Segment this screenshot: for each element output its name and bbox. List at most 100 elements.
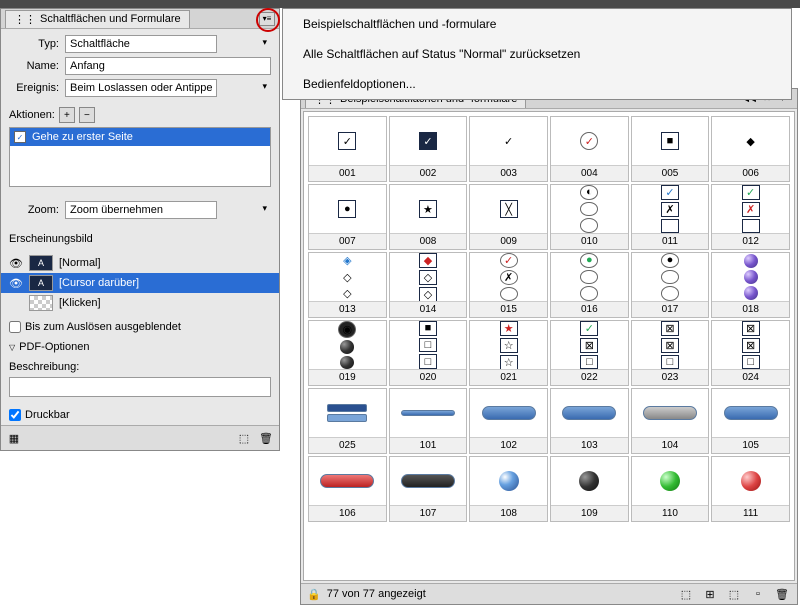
- sample-preview: ◈◇◇: [309, 253, 386, 301]
- sample-label: 102: [470, 437, 547, 453]
- sample-preview: ✓✗: [712, 185, 789, 233]
- sample-item-018[interactable]: 018: [711, 252, 790, 318]
- buttons-forms-panel: ⋮⋮ Schaltflächen und Formulare ▾≡ Typ: N…: [0, 8, 280, 451]
- sample-label: 007: [309, 233, 386, 249]
- name-input[interactable]: [65, 57, 271, 75]
- sample-preview: ★☆☆: [470, 321, 547, 369]
- pdf-options-toggle[interactable]: ▽ PDF-Optionen: [1, 337, 279, 357]
- pdf-options-label: PDF-Optionen: [19, 341, 89, 353]
- sample-item-010[interactable]: ◐010: [550, 184, 629, 250]
- convert-icon[interactable]: ⬚: [235, 430, 253, 446]
- sample-preview: ●: [551, 253, 628, 301]
- sample-preview: [632, 457, 709, 505]
- description-input[interactable]: [9, 377, 271, 397]
- sample-label: 024: [712, 369, 789, 385]
- delete-icon[interactable]: 🗑: [257, 430, 275, 446]
- panel-menu-button[interactable]: ▾≡: [259, 12, 275, 26]
- sample-label: 006: [712, 165, 789, 181]
- sample-item-101[interactable]: 101: [389, 388, 468, 454]
- sample-label: 108: [470, 505, 547, 521]
- action-checkbox[interactable]: ✓: [14, 131, 26, 143]
- preview-icon[interactable]: ▦: [5, 430, 23, 446]
- sample-preview: [712, 389, 789, 437]
- sample-item-012[interactable]: ✓✗012: [711, 184, 790, 250]
- sample-item-017[interactable]: ●017: [631, 252, 710, 318]
- sample-item-025[interactable]: 025: [308, 388, 387, 454]
- actions-list[interactable]: ✓ Gehe zu erster Seite: [9, 127, 271, 187]
- sample-item-002[interactable]: ✓002: [389, 116, 468, 182]
- sample-item-105[interactable]: 105: [711, 388, 790, 454]
- sample-item-110[interactable]: 110: [631, 456, 710, 522]
- sample-preview: ★: [390, 185, 467, 233]
- add-action-button[interactable]: +: [59, 107, 75, 123]
- sample-preview: ◉: [309, 321, 386, 369]
- sample-item-005[interactable]: ■005: [631, 116, 710, 182]
- sample-item-019[interactable]: ◉019: [308, 320, 387, 386]
- menu-sample-buttons[interactable]: Beispielschaltflächen und -formulare: [283, 9, 791, 39]
- status-text: 77 von 77 angezeigt: [327, 588, 426, 600]
- sample-preview: ✓: [390, 117, 467, 165]
- sample-preview: ◐: [551, 185, 628, 233]
- name-label: Name:: [9, 60, 59, 72]
- sample-preview: [309, 389, 386, 437]
- sample-item-008[interactable]: ★008: [389, 184, 468, 250]
- highlight-circle: [256, 8, 280, 32]
- sample-preview: ✓: [309, 117, 386, 165]
- sample-label: 009: [470, 233, 547, 249]
- state-click[interactable]: [Klicken]: [1, 293, 279, 313]
- sample-item-015[interactable]: ✓✗015: [469, 252, 548, 318]
- sample-item-011[interactable]: ✓✗011: [631, 184, 710, 250]
- sample-item-016[interactable]: ●016: [550, 252, 629, 318]
- sample-item-001[interactable]: ✓001: [308, 116, 387, 182]
- sample-preview: ■□□: [390, 321, 467, 369]
- menu-panel-options[interactable]: Bedienfeldoptionen...: [283, 69, 791, 99]
- sample-preview: ✓✗: [632, 185, 709, 233]
- sample-preview: [470, 389, 547, 437]
- sample-item-003[interactable]: ✓003: [469, 116, 548, 182]
- sample-item-020[interactable]: ■□□020: [389, 320, 468, 386]
- sample-item-107[interactable]: 107: [389, 456, 468, 522]
- sample-item-108[interactable]: 108: [469, 456, 548, 522]
- state-hover[interactable]: 👁 A [Cursor darüber]: [1, 273, 279, 293]
- sample-item-111[interactable]: 111: [711, 456, 790, 522]
- remove-action-button[interactable]: −: [79, 107, 95, 123]
- hidden-until-trigger-label: Bis zum Auslösen ausgeblendet: [25, 321, 181, 333]
- sample-item-109[interactable]: 109: [550, 456, 629, 522]
- sample-label: 008: [390, 233, 467, 249]
- sample-item-023[interactable]: ⊠⊠□023: [631, 320, 710, 386]
- sample-item-013[interactable]: ◈◇◇013: [308, 252, 387, 318]
- sample-preview: ✓✗: [470, 253, 547, 301]
- sample-preview: ╳: [470, 185, 547, 233]
- sample-item-009[interactable]: ╳009: [469, 184, 548, 250]
- sample-label: 013: [309, 301, 386, 317]
- sample-buttons-panel: ⋮⋮ Beispielschaltflächen und -formulare …: [300, 88, 798, 605]
- zoom-select[interactable]: [65, 201, 217, 219]
- sample-label: 002: [390, 165, 467, 181]
- sample-item-022[interactable]: ✓⊠□022: [550, 320, 629, 386]
- typ-select[interactable]: [65, 35, 217, 53]
- sample-grid[interactable]: ✓001✓002✓003✓004■005◆006●007★008╳009◐010…: [303, 111, 795, 581]
- sample-item-106[interactable]: 106: [308, 456, 387, 522]
- sample-item-006[interactable]: ◆006: [711, 116, 790, 182]
- sample-label: 005: [632, 165, 709, 181]
- sample-item-103[interactable]: 103: [550, 388, 629, 454]
- state-normal[interactable]: 👁 A [Normal]: [1, 253, 279, 273]
- ereignis-select[interactable]: [65, 79, 217, 97]
- sample-item-102[interactable]: 102: [469, 388, 548, 454]
- sample-item-014[interactable]: ◆◇◇014: [389, 252, 468, 318]
- sample-label: 023: [632, 369, 709, 385]
- sample-item-021[interactable]: ★☆☆021: [469, 320, 548, 386]
- menu-reset-normal[interactable]: Alle Schaltflächen auf Status "Normal" z…: [283, 39, 791, 69]
- panel-tab[interactable]: ⋮⋮ Schaltflächen und Formulare: [5, 10, 190, 28]
- sample-item-104[interactable]: 104: [631, 388, 710, 454]
- hidden-until-trigger-checkbox[interactable]: [9, 321, 21, 333]
- action-item[interactable]: ✓ Gehe zu erster Seite: [10, 128, 270, 146]
- visibility-icon[interactable]: 👁: [9, 257, 23, 270]
- sample-item-024[interactable]: ⊠⊠□024: [711, 320, 790, 386]
- lock-icon: 🔒: [307, 588, 321, 601]
- visibility-icon[interactable]: 👁: [9, 277, 23, 290]
- sample-item-004[interactable]: ✓004: [550, 116, 629, 182]
- printable-checkbox[interactable]: [9, 409, 21, 421]
- sample-item-007[interactable]: ●007: [308, 184, 387, 250]
- sample-label: 015: [470, 301, 547, 317]
